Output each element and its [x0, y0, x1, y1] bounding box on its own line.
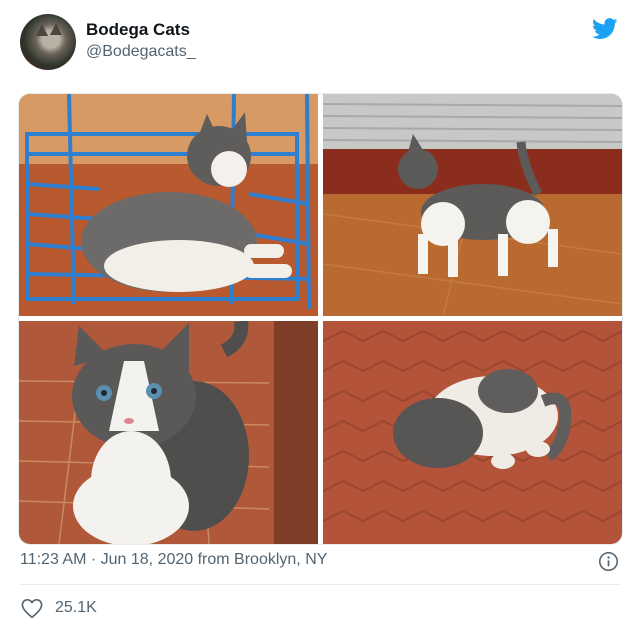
tweet-card: Bodega Cats @Bodegacats_ 11:23 AM · Jun … [0, 0, 640, 634]
divider [20, 584, 620, 585]
display-name[interactable]: Bodega Cats [86, 20, 190, 40]
photo-kitten-walking[interactable] [323, 94, 622, 316]
twitter-bird-icon[interactable] [592, 18, 618, 40]
user-handle[interactable]: @Bodegacats_ [86, 43, 196, 61]
info-icon[interactable] [598, 551, 619, 572]
photo-kitten-closeup[interactable] [19, 321, 318, 544]
avatar[interactable] [20, 14, 76, 70]
tweet-timestamp[interactable]: 11:23 AM · Jun 18, 2020 from Brooklyn, N… [20, 551, 327, 569]
photo-kitten-in-crate[interactable] [19, 94, 318, 316]
photo-kitten-playing[interactable] [323, 321, 622, 544]
media-grid [18, 93, 623, 545]
heart-icon[interactable] [21, 598, 43, 619]
like-count: 25.1K [55, 599, 97, 616]
